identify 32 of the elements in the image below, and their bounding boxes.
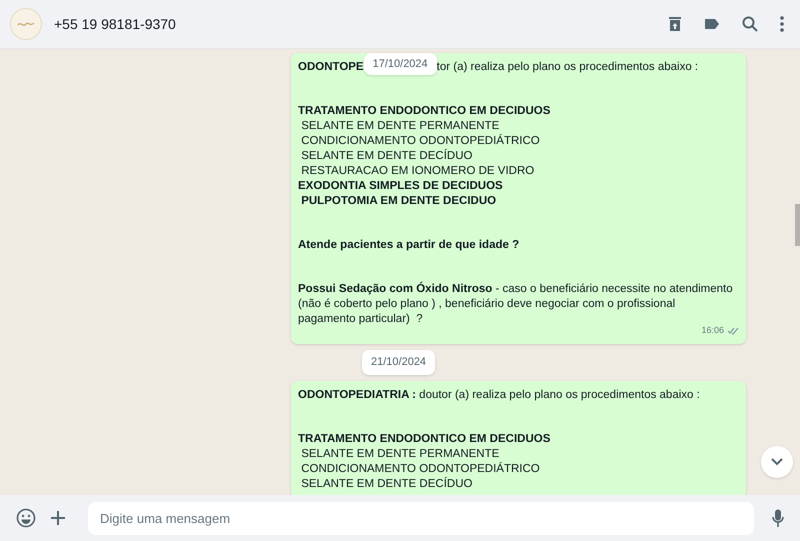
scroll-down-button[interactable] [761, 446, 793, 478]
contact-name[interactable]: +55 19 98181-9370 [54, 14, 176, 34]
message-text: RESTAURACAO EM IONOMERO DE VIDRO [300, 164, 536, 179]
message-text: SELANTE EM DENTE PERMANENTE [300, 119, 500, 134]
microphone-icon[interactable] [772, 508, 784, 528]
message-text: doutor (a) realiza pelo plano os procedimentos abaixo : [418, 388, 700, 402]
message-text: SELANTE EM DENTE DECÍDUO [300, 149, 474, 164]
message-text: SELANTE EM DENTE DECÍDUO [300, 476, 474, 492]
message-text: ODONTOPE [298, 60, 364, 75]
menu-icon[interactable] [780, 16, 784, 32]
smiley-icon[interactable] [16, 508, 36, 528]
message-text: CONDICIONAMENTO ODONTOPEDIÁTRICO [300, 134, 541, 149]
message-text: SELANTE EM DENTE PERMANENTE [300, 446, 500, 462]
message-text: Possui Sedação com Óxido Nitroso - caso o beneficiário necessite no atendimento (não é coberto pelo plano ) , beneficiário deve negociar com o profissional pagamento particular) ? [298, 282, 734, 326]
trash-icon[interactable] [668, 16, 682, 32]
message-text: EXODONTIA SIMPLES DE DECIDUOS [298, 179, 504, 194]
search-icon[interactable] [742, 16, 758, 32]
date-chip: 21/10/2024 [362, 350, 436, 374]
message-text: TRATAMENTO ENDODONTICO EM DECIDUOS [298, 104, 552, 119]
message-text: PULPOTOMIA EM DENTE DECIDUO [300, 194, 498, 209]
label-icon[interactable] [704, 18, 720, 30]
chevron-down-icon [771, 458, 783, 466]
date-chip: 17/10/2024 [364, 53, 437, 75]
message-text: TRATAMENTO ENDODONTICO EM DECIDUOS [298, 432, 552, 446]
message-text: Atende pacientes a partir de que idade ? [298, 238, 520, 253]
plus-icon[interactable] [50, 510, 66, 526]
message-text: tor (a) realiza pelo plano os procedimentos abaixo : [436, 60, 698, 75]
message-time: 16:06 [701, 324, 724, 337]
scrollbar-thumb[interactable] [795, 204, 800, 246]
message-text: ODONTOPEDIATRIA : [298, 388, 416, 402]
message-input[interactable]: Digite uma mensagem [88, 502, 754, 534]
message-text: CONDICIONAMENTO ODONTOPEDIÁTRICO [300, 462, 541, 476]
